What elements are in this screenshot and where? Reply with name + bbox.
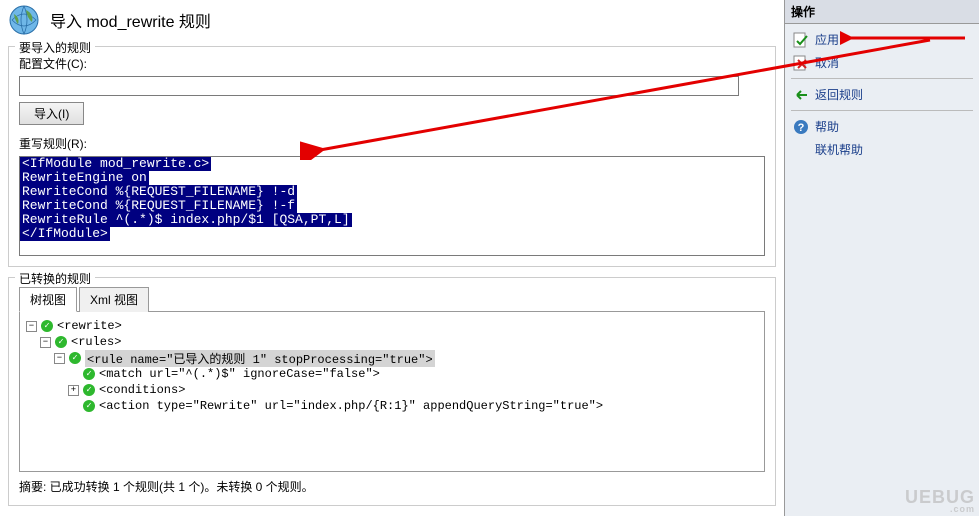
tree-node-selected[interactable]: <rule name="已导入的规则 1" stopProcessing="tr… <box>85 350 435 367</box>
tab-xml-view[interactable]: Xml 视图 <box>79 287 149 312</box>
cancel-action[interactable]: 取消 <box>787 51 977 74</box>
cancel-label: 取消 <box>815 54 839 71</box>
actions-sidebar: 操作 应用 取消 返回规则 ? 帮助 <box>784 0 979 516</box>
tree-node[interactable]: <rewrite> <box>57 319 122 333</box>
page-title: 导入 mod_rewrite 规则 <box>50 8 211 32</box>
expander-icon[interactable]: + <box>68 385 79 396</box>
tree-node[interactable]: <action type="Rewrite" url="index.php/{R… <box>99 399 603 413</box>
import-legend: 要导入的规则 <box>15 39 95 56</box>
expander-icon[interactable]: − <box>54 353 65 364</box>
back-arrow-icon <box>793 87 809 103</box>
config-file-label: 配置文件(C): <box>19 55 765 72</box>
conversion-summary: 摘要: 已成功转换 1 个规则(共 1 个)。未转换 0 个规则。 <box>19 478 765 495</box>
apply-label: 应用 <box>815 31 839 48</box>
check-icon: ✓ <box>83 384 95 396</box>
import-button[interactable]: 导入(I) <box>19 102 84 125</box>
rewrite-rules-label: 重写规则(R): <box>19 135 765 152</box>
svg-text:?: ? <box>798 122 805 134</box>
tree-panel[interactable]: − ✓ <rewrite> − ✓ <rules> − ✓ <rule name… <box>19 312 765 472</box>
check-icon: ✓ <box>41 320 53 332</box>
globe-icon <box>8 4 40 36</box>
tab-tree-view[interactable]: 树视图 <box>19 287 77 312</box>
expander-icon[interactable]: − <box>26 321 37 332</box>
help-label: 帮助 <box>815 118 839 135</box>
rewrite-rules-textarea[interactable]: <IfModule mod_rewrite.c>RewriteEngine on… <box>19 156 765 256</box>
tree-node[interactable]: <match url="^(.*)$" ignoreCase="false"> <box>99 367 380 381</box>
import-rules-fieldset: 要导入的规则 配置文件(C): 导入(I) 重写规则(R): <IfModule… <box>8 46 776 267</box>
tree-node[interactable]: <rules> <box>71 335 121 349</box>
sidebar-header: 操作 <box>785 0 979 24</box>
apply-icon <box>793 32 809 48</box>
expander-icon[interactable]: − <box>40 337 51 348</box>
back-to-rules-action[interactable]: 返回规则 <box>787 83 977 106</box>
watermark: UEBUG.com <box>905 487 975 514</box>
cancel-icon <box>793 55 809 71</box>
online-help-label: 联机帮助 <box>815 141 863 158</box>
online-help-icon <box>793 142 809 158</box>
check-icon: ✓ <box>69 352 81 364</box>
tree-node[interactable]: <conditions> <box>99 383 185 397</box>
online-help-action[interactable]: 联机帮助 <box>787 138 977 161</box>
help-icon: ? <box>793 119 809 135</box>
check-icon: ✓ <box>83 368 95 380</box>
apply-action[interactable]: 应用 <box>787 28 977 51</box>
converted-legend: 已转换的规则 <box>15 270 95 287</box>
check-icon: ✓ <box>55 336 67 348</box>
config-file-input[interactable] <box>19 76 739 96</box>
back-label: 返回规则 <box>815 86 863 103</box>
check-icon: ✓ <box>83 400 95 412</box>
converted-rules-fieldset: 已转换的规则 树视图 Xml 视图 − ✓ <rewrite> − ✓ <rul… <box>8 277 776 506</box>
help-action[interactable]: ? 帮助 <box>787 115 977 138</box>
